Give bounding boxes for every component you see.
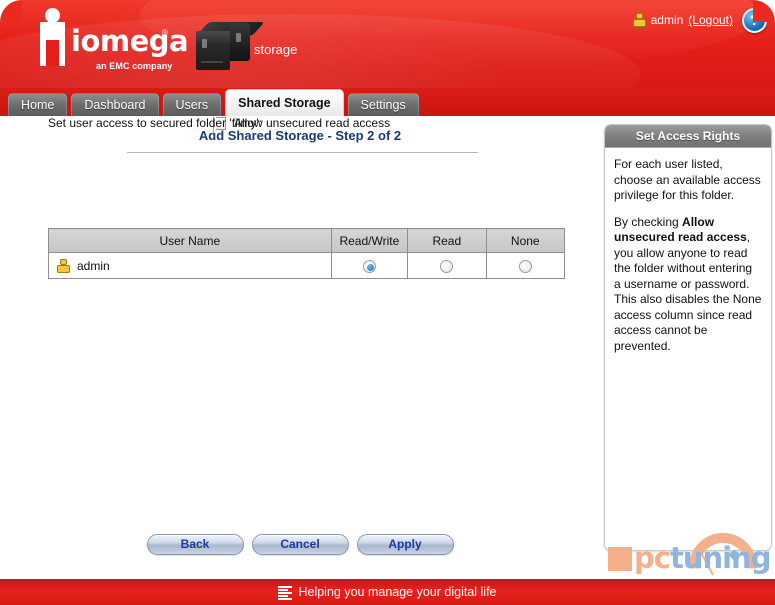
logo-i-dot (45, 8, 60, 23)
storage-device-image (196, 22, 265, 70)
help-paragraph-2-lead: By checking (614, 214, 683, 229)
radio-read[interactable] (440, 259, 454, 273)
access-instruction-text: Set user access to secured folder 'filmy… (48, 116, 263, 130)
cell-read[interactable] (407, 252, 487, 279)
user-icon (632, 13, 646, 27)
iomega-logo: iomega ® an EMC company (40, 8, 189, 78)
tab-home[interactable]: Home (8, 93, 68, 116)
help-panel-title: Set Access Rights (605, 125, 771, 148)
help-panel-body: For each user listed, choose an availabl… (605, 148, 771, 354)
title-divider (127, 152, 478, 153)
user-session-area: admin (Logout) (632, 10, 733, 30)
table-header-row: User Name Read/Write Read None (48, 228, 566, 253)
logout-link[interactable]: (Logout) (688, 13, 733, 27)
help-paragraph-2: By checking Allow unsecured read access,… (614, 215, 762, 355)
user-icon (57, 258, 70, 273)
device-front-badge-icon (202, 39, 207, 48)
content-area: Add Shared Storage - Step 2 of 2 Allow u… (0, 116, 775, 579)
back-button[interactable]: Back (146, 534, 244, 555)
registered-mark: ® (162, 28, 168, 37)
help-paragraph-1: For each user listed, choose an availabl… (614, 157, 761, 202)
header-corner-top-right (753, 0, 775, 22)
help-paragraph-2-tail: , you allow anyone to read the folder wi… (614, 230, 762, 353)
application-window: iomega ® an EMC company storage admin (L… (0, 0, 775, 605)
page-header: iomega ® an EMC company storage admin (L… (0, 0, 775, 90)
device-vent (201, 61, 223, 63)
user-name-value: admin (77, 258, 110, 273)
column-header-none: None (485, 228, 566, 253)
watermark-diamond-icon (728, 549, 740, 561)
user-access-table: User Name Read/Write Read None admin (48, 228, 566, 279)
column-header-read-write: Read/Write (330, 228, 409, 253)
main-navigation-bar: Home Dashboard Users Shared Storage Sett… (0, 88, 775, 116)
device-label: storage (254, 42, 298, 57)
device-front-face (196, 31, 230, 70)
tab-list: Home Dashboard Users Shared Storage Sett… (8, 89, 419, 116)
form-action-buttons: Back Cancel Apply (0, 534, 600, 555)
column-header-read: Read (407, 228, 487, 253)
tab-shared-storage[interactable]: Shared Storage (225, 89, 344, 116)
device-side-face (229, 23, 250, 61)
tab-dashboard[interactable]: Dashboard (71, 93, 159, 116)
cell-none[interactable] (485, 252, 566, 279)
logo-i-mark (40, 22, 65, 66)
tab-users[interactable]: Users (162, 93, 222, 116)
footer-tagline: Helping you manage your digital life (298, 585, 497, 599)
user-name-label: admin (650, 13, 684, 27)
radio-read-write[interactable] (362, 259, 376, 273)
header-corner-top-left (0, 0, 22, 22)
brand-name: iomega (71, 24, 189, 58)
brand-tagline: an EMC company (96, 61, 173, 71)
page-title: Add Shared Storage - Step 2 of 2 (198, 128, 402, 143)
radio-none[interactable] (518, 259, 532, 273)
page-footer: Helping you manage your digital life (0, 579, 775, 605)
watermark-gauge-needle-icon (700, 553, 714, 576)
tab-settings[interactable]: Settings (347, 93, 419, 116)
cell-read-write[interactable] (330, 252, 409, 279)
column-header-user-name: User Name (48, 228, 332, 253)
cell-user-name: admin (48, 252, 332, 279)
apply-button[interactable]: Apply (356, 534, 454, 555)
help-panel: Set Access Rights For each user listed, … (604, 124, 772, 551)
table-row: admin (48, 252, 566, 279)
device-side-badge-icon (236, 33, 241, 42)
logo-i-notch (46, 40, 59, 66)
footer-stripes-icon (278, 585, 293, 600)
cancel-button[interactable]: Cancel (251, 534, 349, 555)
